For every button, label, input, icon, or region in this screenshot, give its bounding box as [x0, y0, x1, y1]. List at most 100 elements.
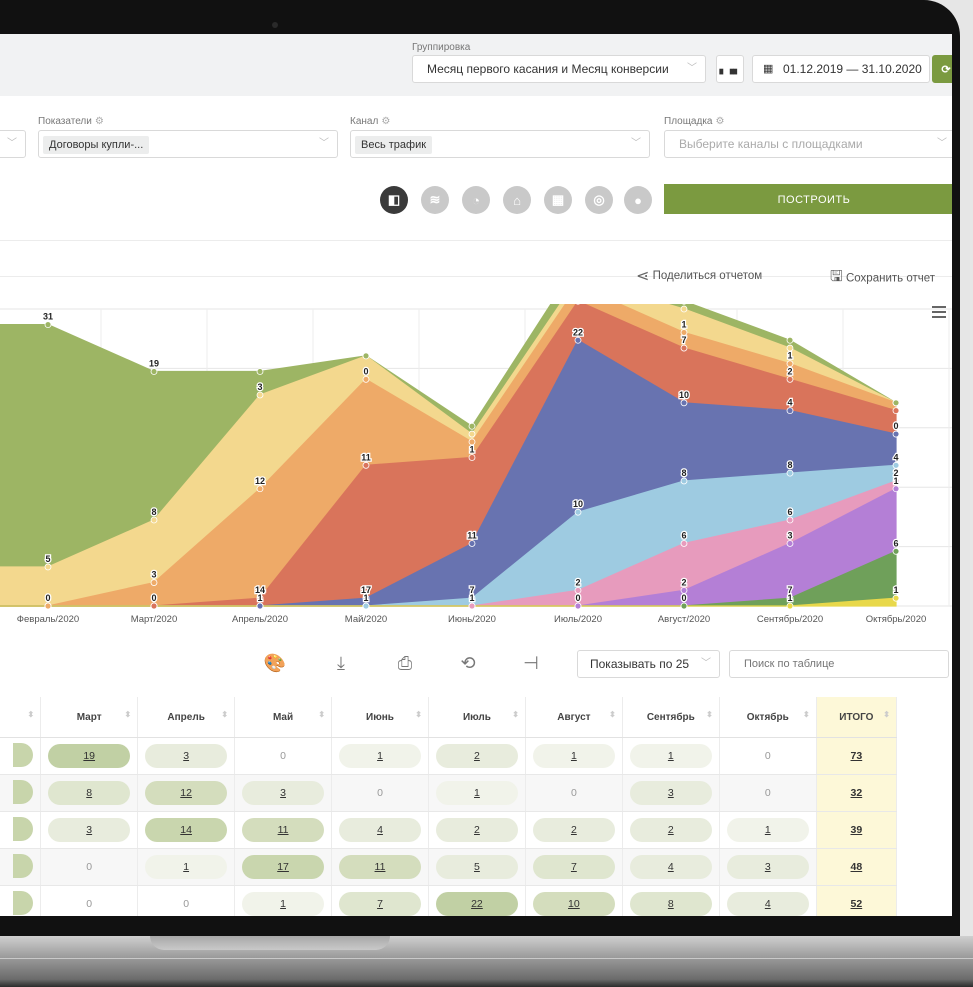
table-cell[interactable]: 7 [525, 848, 623, 886]
channel-label: Канал ⚙ [350, 116, 391, 127]
column-header[interactable]: Сентябрь ⬍ [622, 697, 720, 738]
palette-icon[interactable]: 🎨 [262, 650, 288, 676]
compare-toggle-button[interactable]: ▖▗▖ [716, 55, 744, 83]
table-cell[interactable]: 1 [331, 737, 429, 775]
data-point [680, 540, 688, 547]
column-header[interactable]: Октябрь ⬍ [719, 697, 817, 738]
data-label: 31 [43, 312, 53, 322]
download-icon[interactable]: ⤓ [328, 650, 354, 676]
platform-select[interactable]: Выберите каналы с площадками ﹀ [664, 130, 952, 158]
table-cell[interactable]: 52 [816, 885, 898, 916]
table-cell[interactable]: 12 [137, 774, 236, 812]
rotate-icon[interactable]: ⟲ [455, 650, 481, 676]
table-cell[interactable]: 8 [622, 885, 720, 916]
column-header[interactable]: Март ⬍ [40, 697, 139, 738]
table-cell[interactable]: 19 [40, 737, 139, 775]
column-header[interactable]: Август ⬍ [525, 697, 623, 738]
metrics-select[interactable]: Договоры купли-... ﹀ [38, 130, 338, 158]
table-cell[interactable]: 1 [622, 737, 720, 775]
table-cell: 0 [234, 737, 333, 775]
table-cell[interactable]: 11 [234, 811, 333, 849]
table-cell[interactable]: 1 [525, 737, 623, 775]
table-cell[interactable]: 1 [234, 885, 333, 916]
table-cell: 0 [525, 774, 623, 812]
chart-type-map-icon[interactable]: ⌂ [503, 186, 531, 214]
table-cell[interactable]: 1 [137, 848, 236, 886]
table-cell[interactable]: 5 [428, 848, 526, 886]
data-label: 0 [681, 593, 686, 603]
table-search-input[interactable] [729, 650, 949, 678]
data-label: 1 [681, 319, 686, 329]
table-cell[interactable]: 4 [719, 885, 817, 916]
laptop-shine [0, 958, 973, 959]
column-header[interactable]: Апрель ⬍ [137, 697, 236, 738]
table-cell[interactable]: 1 [428, 774, 526, 812]
table-cell[interactable]: 14 [137, 811, 236, 849]
chart-type-drop-icon[interactable]: ● [624, 186, 652, 214]
table-cell[interactable]: 2 [428, 811, 526, 849]
chart-type-gauge-icon[interactable]: ◎ [585, 186, 613, 214]
cell-value-pill: 19 [48, 744, 131, 768]
chart-type-stacked-area-icon[interactable]: ◧ [380, 186, 408, 214]
grouping-value: Месяц первого касания и Месяц конверсии [427, 62, 669, 76]
date-range-picker[interactable]: ▦ 01.12.2019 — 31.10.2020 [752, 55, 930, 83]
table-cell[interactable]: 10 [525, 885, 623, 916]
table-cell[interactable]: 7 [331, 885, 429, 916]
table-cell[interactable]: 3 [40, 811, 139, 849]
columns-icon[interactable]: ⊣ [518, 650, 544, 676]
x-tick-label: Июль/2020 [554, 614, 602, 625]
table-cell[interactable]: 48 [816, 848, 898, 886]
column-header[interactable]: Июнь ⬍ [331, 697, 429, 738]
table-cell[interactable]: 3 [622, 774, 720, 812]
channel-select[interactable]: Весь трафик ﹀ [350, 130, 650, 158]
cell-value-pill: 2 [532, 818, 615, 842]
data-label: 6 [681, 530, 686, 540]
prev-filter-select[interactable]: ﹀ [0, 130, 26, 158]
table-cell[interactable]: 3 [234, 774, 333, 812]
chart-menu-icon[interactable] [932, 306, 946, 321]
column-header[interactable]: Май ⬍ [234, 697, 333, 738]
cell-value-pill: 5 [435, 855, 518, 879]
x-tick-label: Апрель/2020 [232, 614, 288, 625]
table-cell[interactable]: 2 [525, 811, 623, 849]
table-cell[interactable]: 39 [816, 811, 898, 849]
table-cell[interactable]: 32 [816, 774, 898, 812]
share-report-link[interactable]: ⋖ Поделиться отчетом [636, 266, 762, 286]
table-cell[interactable]: 4 [331, 811, 429, 849]
chevron-down-icon: ﹀ [7, 138, 17, 149]
table-cell[interactable]: 22 [428, 885, 526, 916]
table-toolbar: 🎨 ⤓ ⎙ ⟲ ⊣ Показывать по 25 ﹀ [0, 644, 952, 684]
page-size-select[interactable]: Показывать по 25 ﹀ [577, 650, 720, 678]
table-cell[interactable]: 2 [428, 737, 526, 775]
column-header: ⬍ [0, 697, 42, 738]
table-cell[interactable]: 3 [137, 737, 236, 775]
table-cell[interactable]: 8 [40, 774, 139, 812]
chart-type-table-icon[interactable]: ▦ [544, 186, 572, 214]
table-cell[interactable]: 4 [622, 848, 720, 886]
column-header[interactable]: ИТОГО ⬍ [816, 697, 898, 738]
cell-value-pill: 2 [435, 818, 518, 842]
chart-type-pie-icon[interactable]: ◔ [462, 186, 490, 214]
x-tick-label: Март/2020 [131, 614, 178, 625]
data-label: 3 [151, 570, 156, 580]
table-cell[interactable]: 11 [331, 848, 429, 886]
table-cell[interactable]: 1 [719, 811, 817, 849]
apply-dates-button[interactable]: ⟳ [932, 55, 952, 83]
print-icon[interactable]: ⎙ [392, 650, 418, 676]
table-cell[interactable]: 3 [719, 848, 817, 886]
table-cell[interactable]: 2 [622, 811, 720, 849]
data-label: 19 [149, 359, 159, 369]
data-label: 6 [893, 538, 898, 548]
grouping-select[interactable]: Месяц первого касания и Месяц конверсии … [412, 55, 706, 83]
row-header-cell [0, 885, 42, 916]
table-cell: 0 [331, 774, 429, 812]
refresh-icon: ⟳ [941, 63, 951, 76]
table-cell[interactable]: 17 [234, 848, 333, 886]
column-header[interactable]: Июль ⬍ [428, 697, 526, 738]
build-button[interactable]: ПОСТРОИТЬ [664, 184, 952, 214]
chart-type-wave-icon[interactable]: ≋ [421, 186, 449, 214]
save-report-link[interactable]: 🖫 Сохранить отчет [830, 266, 935, 291]
table-cell[interactable]: 73 [816, 737, 898, 775]
table-cell: 0 [40, 885, 139, 916]
data-label: 10 [679, 390, 689, 400]
